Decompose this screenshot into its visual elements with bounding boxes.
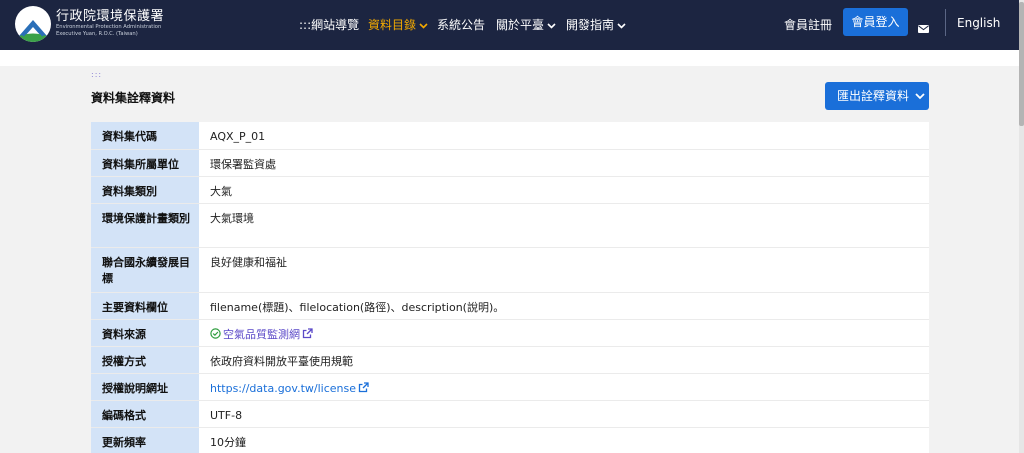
table-row: 授權方式 依政府資料開放平臺使用規範 xyxy=(91,346,929,374)
nav-about[interactable]: 關於平臺 xyxy=(496,16,556,33)
row-key: 資料集類別 xyxy=(91,176,199,204)
table-row: 主要資料欄位 filename(標題)、filelocation(路徑)、des… xyxy=(91,292,929,320)
export-metadata-button[interactable]: 匯出詮釋資料 xyxy=(825,82,929,110)
row-value: 環保署監資處 xyxy=(199,149,929,177)
page-title: 資料集詮釋資料 xyxy=(91,91,176,105)
row-value: 10分鐘 xyxy=(199,427,929,453)
brand-subtitle-line1: Environmental Protection Administration xyxy=(56,24,162,30)
external-link-icon[interactable] xyxy=(358,381,369,393)
table-row: 資料來源 空氣品質監測網 xyxy=(91,319,929,347)
chevron-down-icon xyxy=(915,93,925,100)
row-key: 環境保護計畫類別 xyxy=(91,203,199,248)
row-key: 資料來源 xyxy=(91,319,199,347)
content-top-strip xyxy=(0,50,1019,66)
row-key: 編碼格式 xyxy=(91,400,199,428)
metadata-table: 資料集代碼 AQX_P_01 資料集所屬單位 環保署監資處 資料集類別 大氣 環… xyxy=(91,122,929,453)
nav-dev-guide[interactable]: 開發指南 xyxy=(566,16,626,33)
data-source-link[interactable]: 空氣品質監測網 xyxy=(223,328,300,341)
brand-subtitle: Environmental Protection Administration … xyxy=(56,24,161,38)
row-key: 資料集所屬單位 xyxy=(91,149,199,177)
nav-about-label: 關於平臺 xyxy=(496,18,545,32)
row-key: 更新頻率 xyxy=(91,427,199,453)
row-key: 授權方式 xyxy=(91,346,199,374)
table-row: 授權說明網址 https://data.gov.tw/license xyxy=(91,373,929,401)
language-switch-english[interactable]: English xyxy=(957,16,1000,30)
brand-subtitle-line2: Executive Yuan, R.O.C. (Taiwan) xyxy=(56,31,138,37)
nav-data-catalog-label: 資料目錄 xyxy=(368,18,417,32)
row-value: UTF-8 xyxy=(199,400,929,428)
table-row: 更新頻率 10分鐘 xyxy=(91,427,929,453)
row-value: 依政府資料開放平臺使用規範 xyxy=(199,346,929,374)
row-key: 授權說明網址 xyxy=(91,373,199,401)
mail-icon[interactable] xyxy=(918,18,929,37)
nav-data-catalog[interactable]: 資料目錄 xyxy=(368,16,428,33)
top-navbar: 行政院環境保護署 Environmental Protection Admini… xyxy=(0,0,1019,50)
login-button[interactable]: 會員登入 xyxy=(843,8,908,36)
row-value: 良好健康和福祉 xyxy=(199,247,929,293)
table-row: 資料集代碼 AQX_P_01 xyxy=(91,122,929,150)
page-scrollbar[interactable] xyxy=(1019,0,1024,453)
row-value-license: https://data.gov.tw/license xyxy=(199,373,929,401)
accesskey-anchor[interactable]: ::: xyxy=(91,70,102,79)
row-key: 資料集代碼 xyxy=(91,122,199,150)
table-row: 資料集所屬單位 環保署監資處 xyxy=(91,149,929,177)
epa-logo[interactable] xyxy=(15,6,51,42)
nav-dev-guide-label: 開發指南 xyxy=(566,18,615,32)
row-value-source: 空氣品質監測網 xyxy=(199,319,929,347)
nav-sitemap[interactable]: :::網站導覽 xyxy=(299,16,359,33)
header-divider xyxy=(945,9,946,36)
chevron-down-icon xyxy=(419,22,428,29)
table-row: 聯合國永續發展目標 良好健康和福祉 xyxy=(91,247,929,293)
export-metadata-label: 匯出詮釋資料 xyxy=(837,89,910,103)
chevron-down-icon xyxy=(617,22,626,29)
nav-announcements[interactable]: 系統公告 xyxy=(437,16,485,33)
row-value: 大氣環境 xyxy=(199,203,929,248)
register-link[interactable]: 會員註冊 xyxy=(784,16,832,33)
table-row: 資料集類別 大氣 xyxy=(91,176,929,204)
check-circle-icon xyxy=(210,327,221,339)
license-url-link[interactable]: https://data.gov.tw/license xyxy=(210,382,356,395)
external-link-icon[interactable] xyxy=(302,327,313,339)
brand-title[interactable]: 行政院環境保護署 xyxy=(56,5,164,24)
chevron-down-icon xyxy=(547,22,556,29)
row-key: 主要資料欄位 xyxy=(91,292,199,320)
table-row: 環境保護計畫類別 大氣環境 xyxy=(91,203,929,248)
row-key: 聯合國永續發展目標 xyxy=(91,247,199,293)
row-value: 大氣 xyxy=(199,176,929,204)
table-row: 編碼格式 UTF-8 xyxy=(91,400,929,428)
row-value: filename(標題)、filelocation(路徑)、descriptio… xyxy=(199,292,929,320)
row-value: AQX_P_01 xyxy=(199,122,929,150)
scrollbar-thumb[interactable] xyxy=(1019,2,1024,126)
